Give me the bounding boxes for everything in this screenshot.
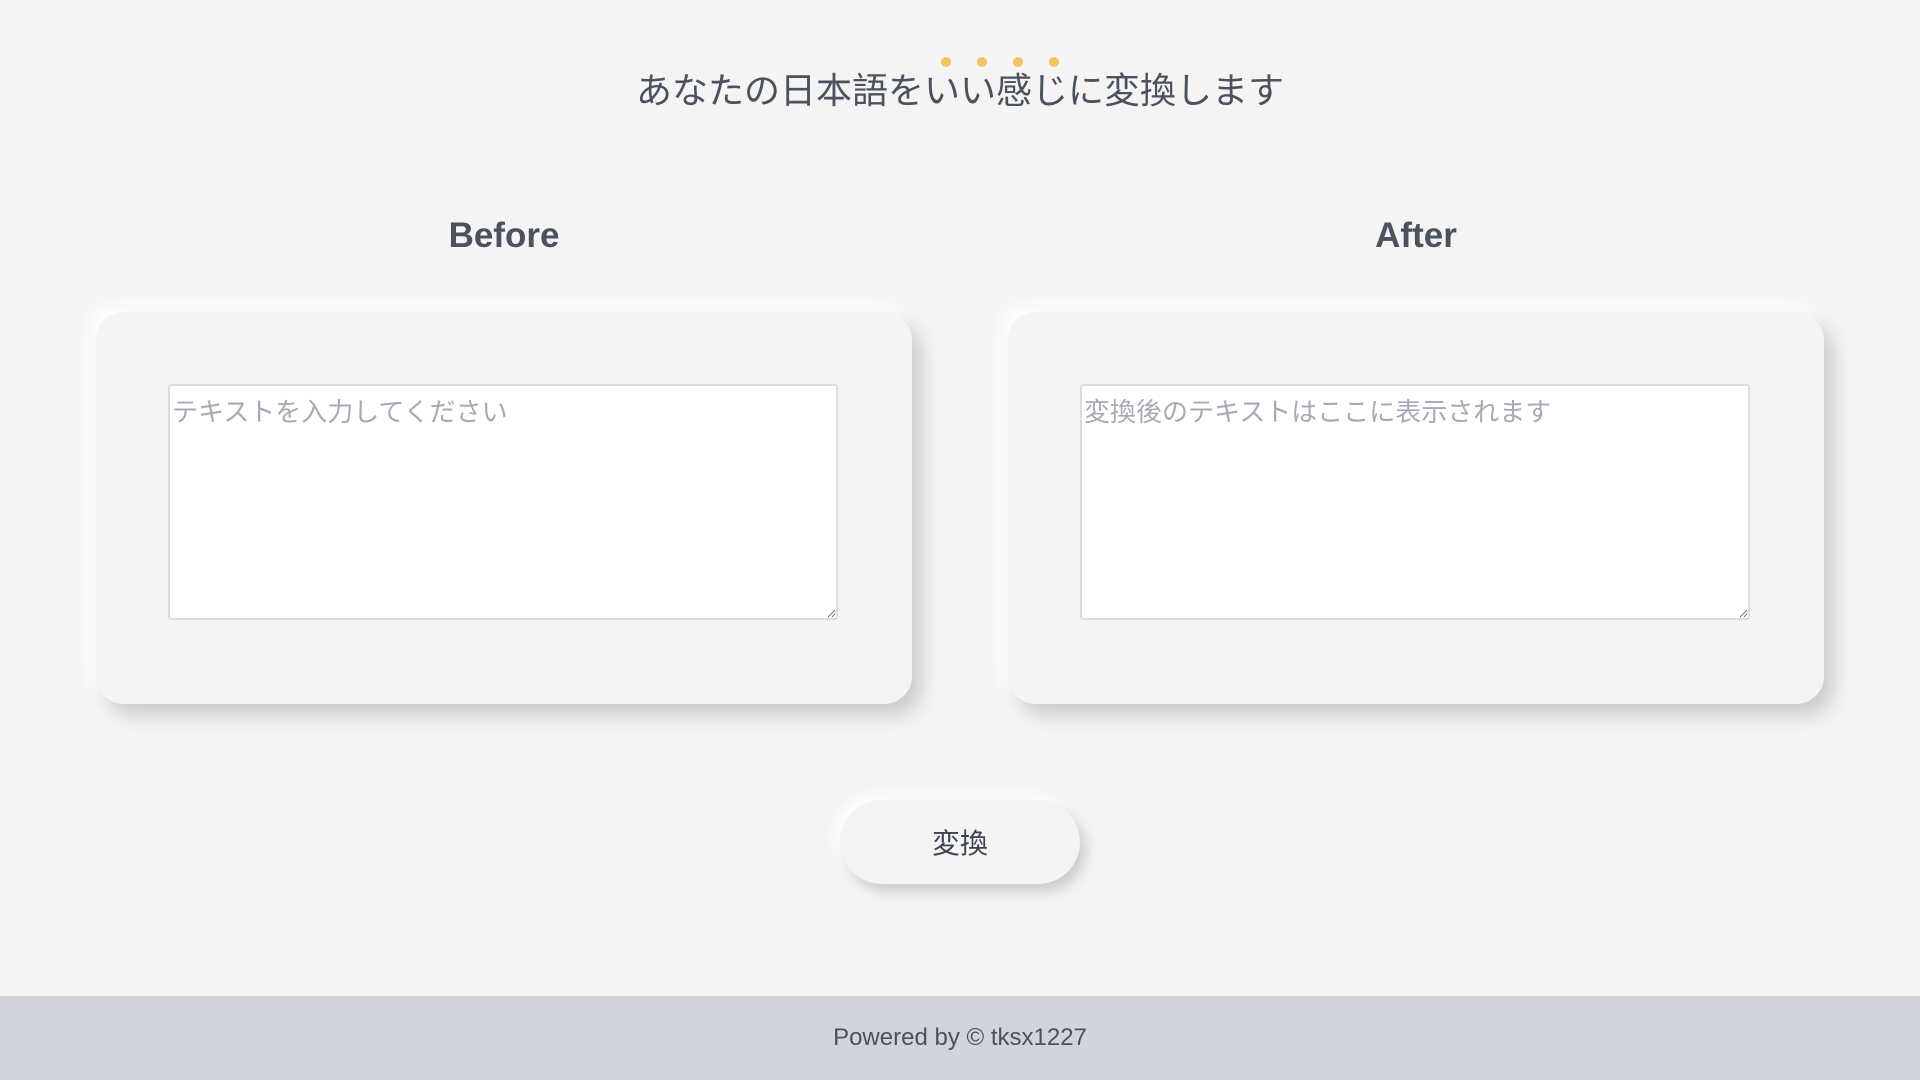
page-title: あなたの日本語をいい感じに変換します [635,71,1284,112]
before-label: Before [448,216,560,255]
loading-dots [80,50,1920,67]
dot-icon [1049,57,1059,67]
dot-icon [941,57,951,67]
after-label: After [1375,216,1457,255]
after-text-output[interactable] [1080,384,1750,620]
after-card [1008,312,1824,704]
convert-button[interactable]: 変換 [840,800,1080,884]
before-card [96,312,912,704]
dot-icon [1013,57,1023,67]
header: あなたの日本語をいい感じに変換します [0,50,1920,116]
footer-credit: Powered by © tksx1227 [833,1024,1087,1051]
page: あなたの日本語をいい感じに変換します Before After 変換 Power… [0,0,1920,1080]
before-text-input[interactable] [168,384,838,620]
footer: Powered by © tksx1227 [0,996,1920,1080]
dot-icon [977,57,987,67]
